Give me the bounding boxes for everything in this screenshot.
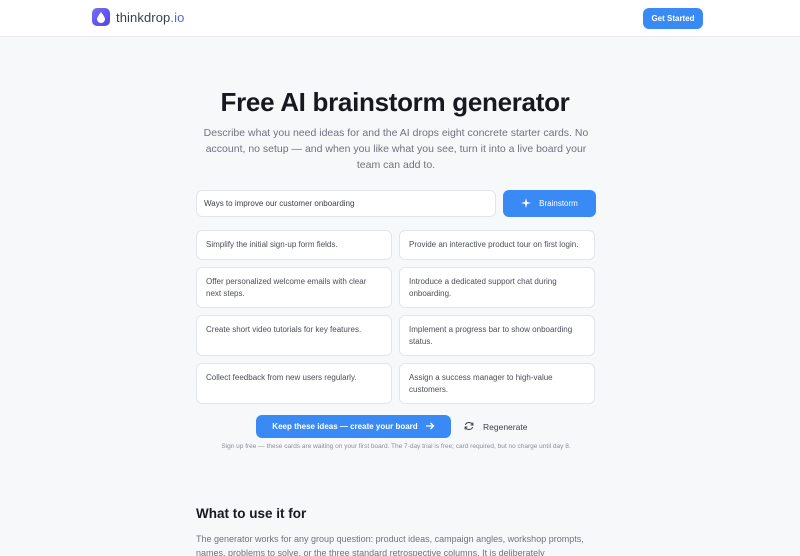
logo-wordmark: thinkdrop.io [116, 9, 185, 25]
regenerate-label: Regenerate [483, 421, 528, 432]
idea-card[interactable]: Offer personalized welcome emails with c… [196, 267, 392, 308]
get-started-button[interactable]: Get Started [643, 8, 703, 29]
top-nav: thinkdrop.io Get Started [0, 0, 800, 37]
brainstorm-topic-input[interactable] [196, 190, 496, 217]
idea-card[interactable]: Provide an interactive product tour on f… [399, 230, 595, 260]
brainstorm-button-label: Brainstorm [539, 199, 578, 208]
signup-fineprint: Sign up free — these cards are waiting o… [221, 443, 571, 450]
idea-card[interactable]: Simplify the initial sign-up form fields… [196, 230, 392, 260]
refresh-icon [464, 421, 474, 433]
page-subtitle: Describe what you need ideas for and the… [203, 127, 589, 171]
regenerate-button[interactable]: Regenerate [464, 415, 527, 438]
idea-card[interactable]: Introduce a dedicated support chat durin… [399, 267, 595, 308]
page-title: Free AI brainstorm generator [220, 87, 570, 117]
idea-cards: Simplify the initial sign-up form fields… [196, 230, 596, 404]
sparkle-icon [521, 197, 532, 210]
usage-section-title: What to use it for [196, 506, 307, 521]
idea-card[interactable]: Collect feedback from new users regularl… [196, 363, 392, 404]
logo[interactable]: thinkdrop.io [92, 8, 184, 26]
idea-card[interactable]: Assign a success manager to high-value c… [399, 363, 595, 404]
arrow-right-icon [425, 422, 435, 432]
idea-card[interactable]: Create short video tutorials for key fea… [196, 315, 392, 356]
drop-icon [92, 8, 110, 26]
create-board-label: Keep these ideas — create your board [272, 422, 418, 431]
create-board-button[interactable]: Keep these ideas — create your board [256, 415, 451, 438]
brainstorm-button[interactable]: Brainstorm [503, 190, 596, 217]
usage-section-body: The generator works for any group questi… [196, 534, 584, 556]
idea-card[interactable]: Implement a progress bar to show onboard… [399, 315, 595, 356]
